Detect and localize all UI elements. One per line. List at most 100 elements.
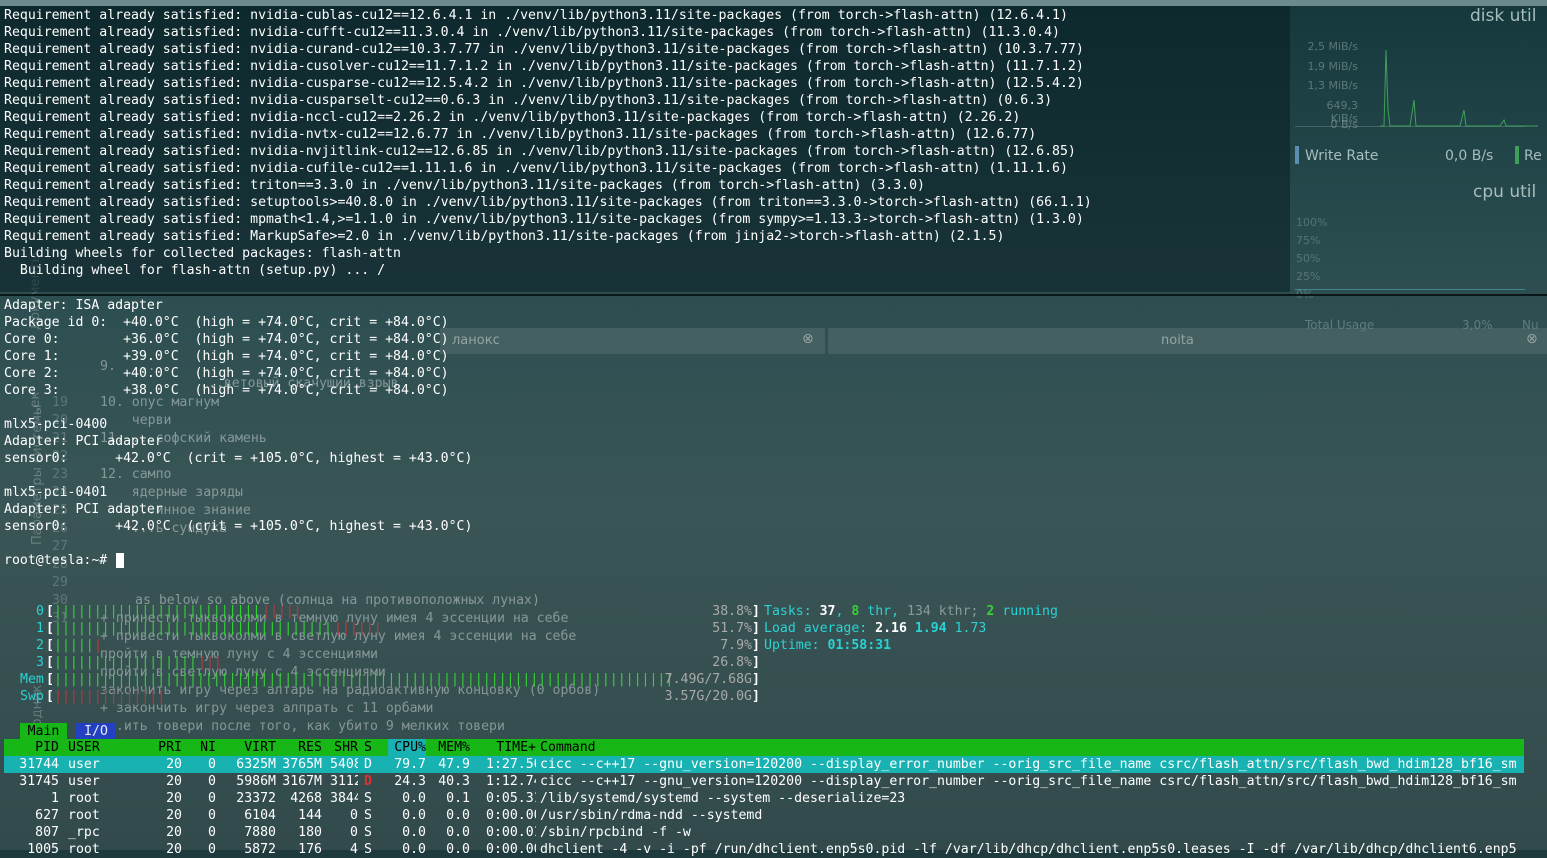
column-header[interactable]: SHR: [330, 739, 358, 756]
table-row[interactable]: 31744 user 20 0 6325M 3765M 5408 D 79.7 47.9 1:27.…: [4, 756, 1524, 773]
column-header[interactable]: PID: [4, 739, 59, 756]
table-row[interactable]: 31745 user 20 0 5986M 3167M 3112 D 24.3 40.3 1:12.…: [4, 773, 1524, 790]
cpu-axis-label: 100%: [1296, 216, 1328, 229]
swp-meter-label: Swp: [20, 689, 44, 704]
terminal-line: Building wheel for flash-attn (setup.py)…: [4, 263, 386, 278]
cpu-meter-percent: 7.9%: [720, 638, 752, 653]
column-header[interactable]: RES: [280, 739, 322, 756]
terminal-line: Requirement already satisfied: nvidia-cu…: [4, 59, 1084, 74]
cpu-meter-bar: ||||||||||||||||||||||||||: [54, 604, 261, 619]
cell-time: 1:12.74: [486, 774, 536, 789]
cell-mem: 0.0: [446, 825, 470, 840]
column-header[interactable]: S: [364, 739, 376, 756]
write-rate-label: Write Rate: [1305, 148, 1379, 164]
column-header[interactable]: NI: [196, 739, 216, 756]
editor-tab-noita[interactable]: noita ⊗: [828, 328, 1547, 354]
cell-s: D: [364, 774, 372, 789]
cpu-meter-bar-kernel: ||||||: [334, 621, 382, 636]
cell-pri: 20: [166, 757, 182, 772]
cpu-meter-bar: |||||: [54, 638, 94, 653]
cell-time: 1:27.56: [486, 757, 536, 772]
cpu-meter-label: 0: [36, 604, 44, 619]
column-header[interactable]: CPU%: [388, 739, 426, 756]
column-header[interactable]: PRI: [154, 739, 182, 756]
close-icon[interactable]: ⊗: [1526, 331, 1538, 347]
terminal-line: Core 0: +36.0°C (high = +74.0°C, crit = …: [4, 332, 449, 347]
cpu-meter-percent: 51.7%: [712, 621, 752, 636]
cell-pri: 20: [166, 791, 182, 806]
terminal-divider[interactable]: [0, 294, 1547, 296]
cpu-meter-label: 3: [36, 655, 44, 670]
cpu-meter-label: 2: [36, 638, 44, 653]
cell-cpu: 0.0: [402, 808, 426, 823]
table-row[interactable]: 807_rpc20078801800S0.00.00:00.01/sbin/rp…: [4, 824, 1524, 841]
cpu-meter-percent: 38.8%: [712, 604, 752, 619]
terminal-line: Requirement already satisfied: nvidia-nc…: [4, 110, 1021, 125]
cell-shr: 5408: [330, 757, 358, 772]
cell-pid: 807: [35, 825, 59, 840]
cell-mem: 47.9: [438, 757, 470, 772]
terminal-line: Requirement already satisfied: nvidia-cu…: [4, 8, 1068, 23]
cell-user: root: [68, 791, 100, 806]
terminal-line: Building wheels for collected packages: …: [4, 246, 401, 261]
tab-io[interactable]: I/O: [76, 723, 116, 739]
cell-s: S: [364, 825, 372, 840]
terminal-line: Requirement already satisfied: mpmath<1.…: [4, 212, 1084, 227]
close-icon[interactable]: ⊗: [802, 331, 814, 347]
cell-virt: 23372: [236, 791, 276, 806]
column-header[interactable]: USER: [68, 739, 148, 756]
cell-mem: 0.1: [446, 791, 470, 806]
process-table-header[interactable]: PID USER PRI NI VIRT RES SHR S CPU% MEM% TIME+ Comm…: [4, 739, 1524, 756]
cpu-meter-bracket: ]: [752, 604, 760, 619]
cpu-util-title: cpu util: [1473, 182, 1537, 202]
cpu-meter-label: 1: [36, 621, 44, 636]
column-header[interactable]: TIME+: [486, 739, 536, 756]
editor-tab-label: ланокс: [452, 333, 500, 348]
htop-uptime: Uptime: 01:58:31: [764, 638, 892, 653]
cell-ni: 0: [208, 774, 216, 789]
mem-meter-bracket: [: [46, 672, 54, 687]
cell-cpu: 0.0: [402, 825, 426, 840]
cpu-meter-percent: 26.8%: [712, 655, 752, 670]
swp-meter-value: 3.57G/20.0G: [664, 689, 752, 704]
editor-tab-lanoks[interactable]: ланокс ⊗: [440, 328, 825, 354]
cell-res: 180: [298, 825, 322, 840]
table-row[interactable]: 1 root 20 0 23372 4268 3844 S 0.0 0.1 0:05.31/lib/…: [4, 790, 1524, 807]
cell-res: 3167M: [282, 774, 322, 789]
cpu-meter-bar-kernel: |||||: [262, 604, 302, 619]
cell-res: 144: [298, 808, 322, 823]
cell-cmd: cicc --c++17 --gnu_version=120200 --disp…: [540, 757, 1517, 772]
disk-axis-label: 1,9 MiB/s: [1307, 59, 1358, 73]
terminal-line: Requirement already satisfied: nvidia-cu…: [4, 161, 1068, 176]
cell-pid: 31745: [19, 774, 59, 789]
cell-user: user: [68, 774, 100, 789]
terminal-pip-output[interactable]: Requirement already satisfied: nvidia-cu…: [0, 6, 1290, 292]
cpu-meter-bracket: ]: [752, 621, 760, 636]
list-item: черви: [100, 413, 172, 428]
table-row[interactable]: 627root20061041440S0.00.00:00.00/usr/sbi…: [4, 807, 1524, 824]
terminal-line: Adapter: PCI adapter: [4, 502, 163, 517]
editor-text-line: ...ить товери после того, как убито 9 ме…: [100, 719, 505, 734]
cell-user: _rpc: [68, 825, 100, 840]
disk-axis-label: 1,3 MiB/s: [1307, 79, 1358, 92]
cpu-meter-bar: |||||||||||||||||||||||||||||||||||: [54, 621, 332, 636]
disk-axis-label: 0 B/s: [1330, 118, 1358, 131]
column-header[interactable]: VIRT: [228, 739, 276, 756]
cell-time: 0:00.01: [486, 825, 536, 840]
htop-load-average: Load average: 2.16 1.94 1.73: [764, 621, 987, 636]
list-item: 12. сампо: [100, 467, 172, 482]
terminal-line: sensor0: +42.0°C (crit = +105.0°C, highe…: [4, 451, 473, 466]
write-rate-value: 0,0 B/s: [1445, 148, 1494, 164]
cell-user: root: [68, 808, 100, 823]
editor-tab-label: noita: [1161, 333, 1194, 348]
cpu-meter-bracket: [: [46, 604, 54, 619]
terminal-line: Core 1: +39.0°C (high = +74.0°C, crit = …: [4, 349, 449, 364]
tab-main[interactable]: Main: [20, 723, 67, 739]
column-header[interactable]: MEM%: [432, 739, 470, 756]
mem-meter-bar: ||||||||||||||||||||||||||||||||||||||||…: [54, 672, 674, 687]
column-header[interactable]: Command: [540, 739, 1530, 756]
cell-user: user: [68, 757, 100, 772]
mem-meter-value: 7.49G/7.68G: [664, 672, 752, 687]
line-number: 23: [52, 467, 68, 482]
terminal-line: sensor0: +42.0°C (crit = +105.0°C, highe…: [4, 519, 473, 534]
